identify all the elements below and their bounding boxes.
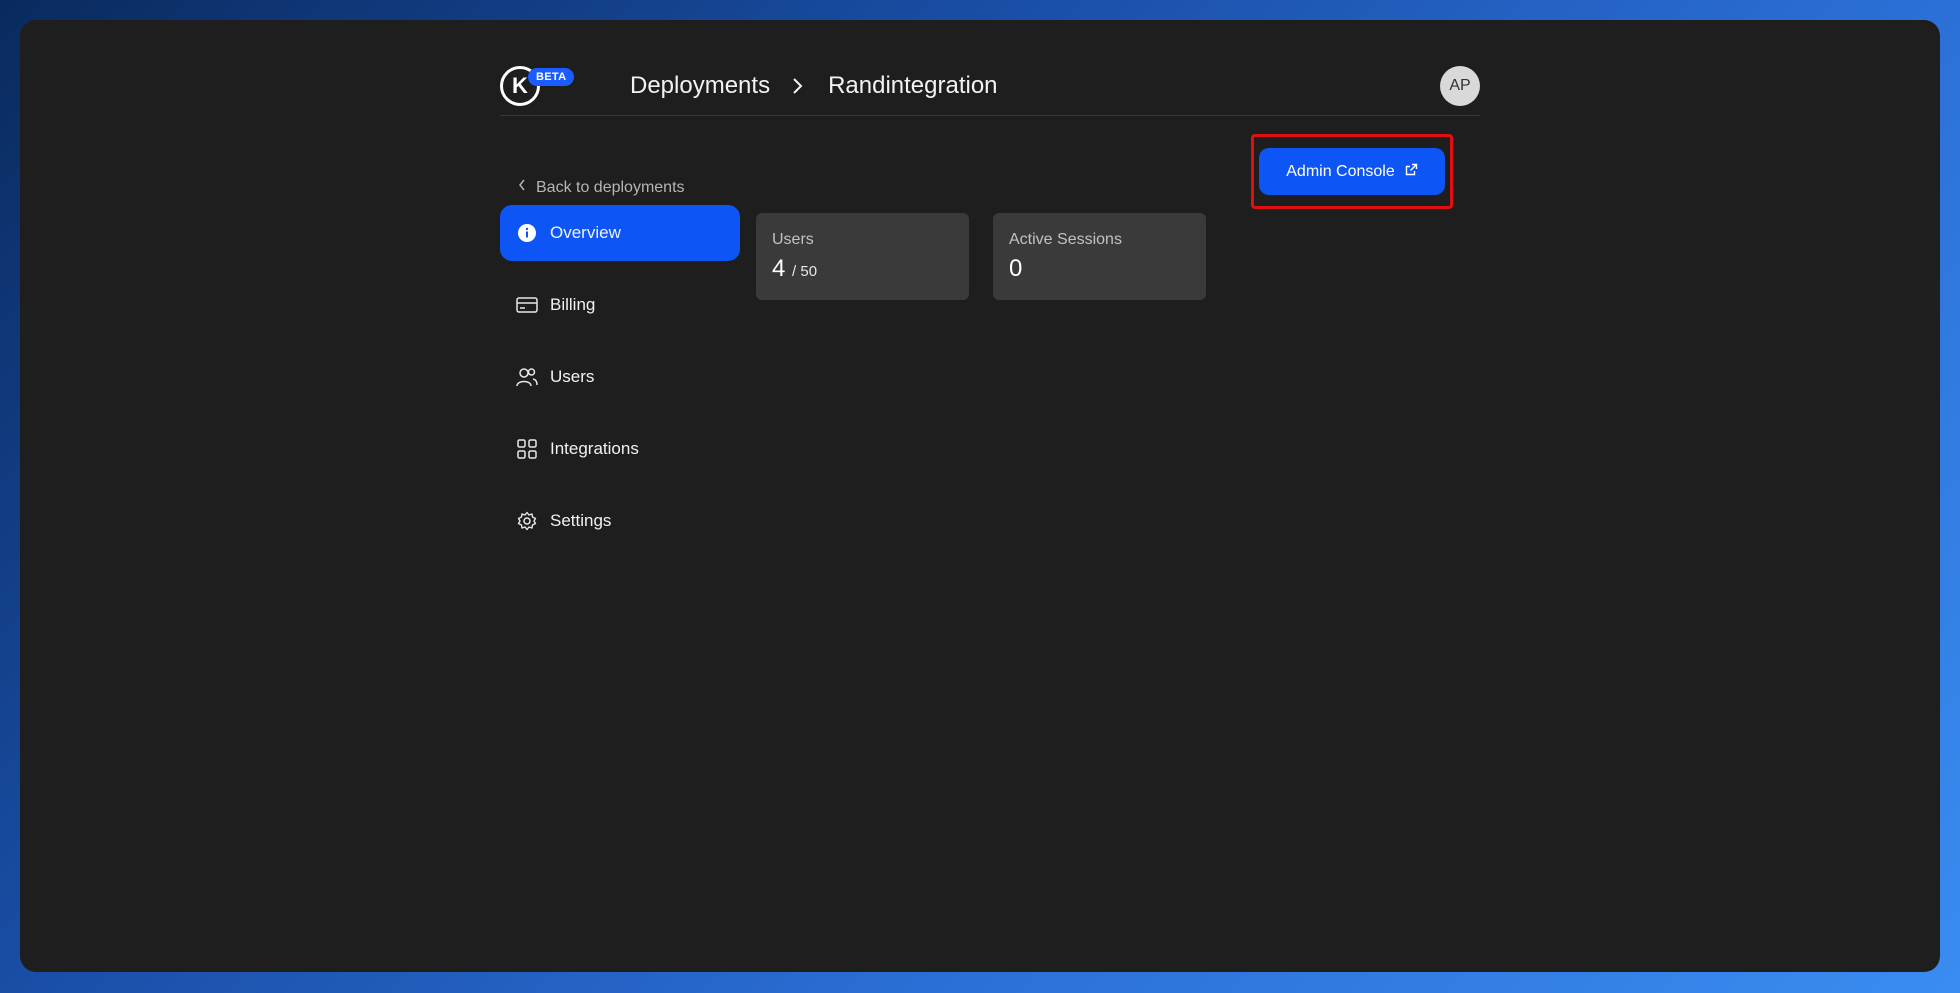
active-sessions-stat-card: Active Sessions 0 bbox=[993, 213, 1206, 300]
chevron-right-icon bbox=[792, 76, 806, 96]
admin-console-highlight: Admin Console bbox=[1251, 134, 1453, 209]
grid-icon bbox=[516, 438, 538, 460]
sidebar-item-integrations[interactable]: Integrations bbox=[500, 421, 740, 477]
stat-label: Active Sessions bbox=[1009, 231, 1122, 248]
stat-label: Users bbox=[772, 231, 814, 248]
sidebar-item-overview[interactable]: Overview bbox=[500, 205, 740, 261]
app-window: K BETA Deployments Randintegration AP Ba… bbox=[20, 20, 1940, 972]
sidebar-item-label: Users bbox=[550, 367, 595, 386]
sidebar-item-users[interactable]: Users bbox=[500, 349, 740, 405]
sidebar-item-label: Billing bbox=[550, 295, 596, 314]
users-count: 4 bbox=[772, 255, 786, 282]
chevron-left-icon bbox=[518, 178, 526, 197]
breadcrumb-deployments[interactable]: Deployments bbox=[630, 72, 770, 100]
users-icon bbox=[516, 366, 538, 388]
breadcrumb-current: Randintegration bbox=[828, 72, 998, 99]
sidebar-item-settings[interactable]: Settings bbox=[500, 493, 740, 549]
top-header: K BETA Deployments Randintegration AP bbox=[500, 48, 1480, 116]
gear-icon bbox=[516, 510, 538, 532]
stat-value: 0 bbox=[1009, 255, 1023, 282]
external-link-icon bbox=[1405, 163, 1418, 181]
sidebar-item-billing[interactable]: Billing bbox=[500, 277, 740, 333]
admin-console-label: Admin Console bbox=[1286, 162, 1395, 180]
back-to-deployments-link[interactable]: Back to deployments bbox=[518, 178, 685, 197]
info-icon bbox=[516, 222, 538, 244]
admin-console-button[interactable]: Admin Console bbox=[1259, 148, 1445, 195]
sidebar: Overview Billing Users Integrations Sett… bbox=[500, 205, 740, 565]
breadcrumb: Deployments Randintegration bbox=[630, 72, 998, 100]
users-stat-card: Users 4 / 50 bbox=[756, 213, 969, 300]
sidebar-item-label: Overview bbox=[550, 223, 621, 242]
beta-badge: BETA bbox=[528, 68, 575, 86]
credit-card-icon bbox=[516, 294, 538, 316]
back-link-label: Back to deployments bbox=[536, 178, 685, 196]
sidebar-item-label: Integrations bbox=[550, 439, 639, 458]
logo-letter: K bbox=[512, 73, 528, 98]
users-limit: / 50 bbox=[792, 263, 818, 280]
avatar[interactable]: AP bbox=[1440, 66, 1480, 106]
stat-value: 4 / 50 bbox=[772, 255, 953, 283]
sidebar-item-label: Settings bbox=[550, 511, 612, 530]
